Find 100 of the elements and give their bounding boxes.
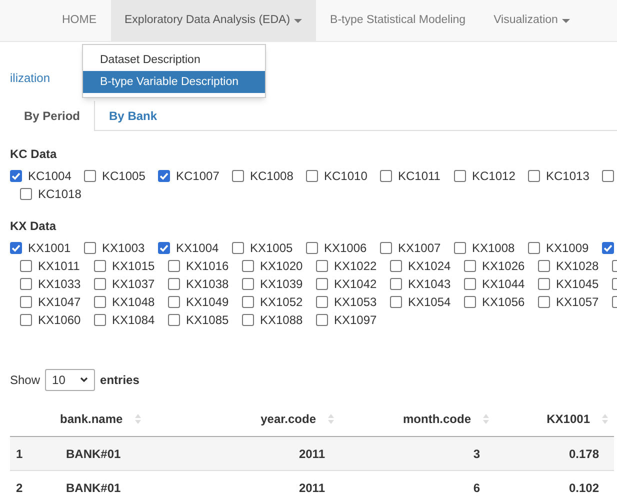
- checkbox[interactable]: [242, 296, 254, 308]
- checkbox[interactable]: [158, 170, 170, 182]
- checkbox[interactable]: [316, 278, 328, 290]
- checkbox[interactable]: [464, 260, 476, 272]
- checkbox[interactable]: [316, 296, 328, 308]
- checkbox-label: KC1013: [546, 168, 590, 185]
- checkbox[interactable]: [390, 296, 402, 308]
- checkbox[interactable]: [168, 260, 180, 272]
- checkbox[interactable]: [158, 242, 170, 254]
- checkbox[interactable]: [306, 170, 318, 182]
- column-header[interactable]: year.code: [260, 410, 316, 428]
- checkbox[interactable]: [232, 170, 244, 182]
- checkbox[interactable]: [538, 296, 550, 308]
- checkbox-label: KX1026: [482, 258, 525, 275]
- checkbox-label: KX1007: [398, 240, 441, 257]
- checkbox[interactable]: [306, 242, 318, 254]
- checkbox[interactable]: [528, 170, 540, 182]
- checkbox[interactable]: [538, 278, 550, 290]
- nav-item[interactable]: B-type Statistical Modeling: [316, 0, 480, 41]
- checkbox-label: KC1004: [28, 168, 72, 185]
- checkbox[interactable]: [464, 296, 476, 308]
- checkbox[interactable]: [454, 170, 466, 182]
- checkbox[interactable]: [602, 170, 614, 182]
- checkbox-label: KX1009: [546, 240, 589, 257]
- checkbox[interactable]: [20, 314, 32, 326]
- checkbox[interactable]: [454, 242, 466, 254]
- checkbox[interactable]: [20, 278, 32, 290]
- checkbox[interactable]: [528, 242, 540, 254]
- checkbox-label: KX1097: [334, 312, 377, 329]
- checkbox[interactable]: [10, 242, 22, 254]
- checkbox[interactable]: [232, 242, 244, 254]
- length-label: entries: [100, 372, 140, 389]
- checkbox[interactable]: [380, 170, 392, 182]
- checkbox-label: KX1053: [334, 294, 377, 311]
- checkbox[interactable]: [94, 314, 106, 326]
- checkbox-label: KC1008: [250, 168, 294, 185]
- checkbox-label: KX1088: [260, 312, 303, 329]
- checkbox[interactable]: [94, 260, 106, 272]
- checkbox[interactable]: [242, 260, 254, 272]
- table-cell-text: 2: [16, 480, 23, 496]
- table-cell-text: 3: [473, 446, 480, 462]
- checkbox-label: KX1045: [556, 276, 599, 293]
- checkbox-label: KX1060: [38, 312, 81, 329]
- checkbox[interactable]: [168, 296, 180, 308]
- nav-item[interactable]: Visualization: [480, 0, 584, 41]
- checkbox-label: KC1011: [398, 168, 440, 185]
- checkbox-label: KC1010: [324, 168, 368, 185]
- checkbox-label: KC1005: [102, 168, 146, 185]
- checkbox-label: KX1057: [556, 294, 599, 311]
- checkbox[interactable]: [94, 296, 106, 308]
- checkbox-label: KX1020: [260, 258, 303, 275]
- checkbox[interactable]: [20, 260, 32, 272]
- column-header[interactable]: KX1001: [546, 410, 590, 428]
- checkbox[interactable]: [390, 260, 402, 272]
- tab[interactable]: By Bank: [95, 101, 172, 131]
- checkbox[interactable]: [602, 242, 614, 254]
- checkbox-label: KX1049: [186, 294, 229, 311]
- checkbox[interactable]: [242, 314, 254, 326]
- checkbox-label: KX1052: [260, 294, 303, 311]
- checkbox[interactable]: [464, 278, 476, 290]
- column-header[interactable]: bank.name: [60, 410, 123, 428]
- menu-item[interactable]: Dataset Description: [83, 49, 265, 71]
- checkbox[interactable]: [538, 260, 550, 272]
- checkbox-label: KX1044: [482, 276, 525, 293]
- entries-select[interactable]: 10: [45, 369, 96, 391]
- checkbox[interactable]: [94, 278, 106, 290]
- checkbox-label: KX1043: [408, 276, 451, 293]
- column-header[interactable]: month.code: [403, 410, 471, 428]
- table-cell-text: BANK#01: [66, 480, 121, 496]
- table-cell-text: 1: [16, 446, 23, 462]
- table-cell-text: 2011: [298, 446, 325, 462]
- checkbox-label: KX1048: [112, 294, 155, 311]
- checkbox-label: KX1003: [102, 240, 145, 257]
- nav-item[interactable]: HOME: [48, 0, 110, 41]
- checkbox-label: KX1047: [38, 294, 81, 311]
- nav-item[interactable]: Exploratory Data Analysis (EDA): [110, 0, 316, 41]
- checkbox-label: KX1011: [38, 258, 80, 275]
- menu-item[interactable]: B-type Variable Description: [83, 71, 265, 93]
- checkbox[interactable]: [380, 242, 392, 254]
- checkbox-label: KX1042: [334, 276, 377, 293]
- sort-icon: [602, 412, 608, 424]
- checkbox[interactable]: [84, 242, 96, 254]
- checkbox[interactable]: [10, 170, 22, 182]
- checkbox[interactable]: [168, 314, 180, 326]
- sort-icon: [483, 412, 489, 424]
- length-label: Show: [10, 372, 40, 389]
- tab[interactable]: By Period: [10, 101, 96, 131]
- checkbox[interactable]: [316, 260, 328, 272]
- checkbox[interactable]: [242, 278, 254, 290]
- checkbox[interactable]: [168, 278, 180, 290]
- table-cell-text: 2011: [298, 480, 325, 496]
- checkbox-label: KX1054: [408, 294, 451, 311]
- subnav-tab[interactable]: ilization: [10, 69, 50, 87]
- checkbox[interactable]: [84, 170, 96, 182]
- checkbox[interactable]: [390, 278, 402, 290]
- checkbox-label: KX1033: [38, 276, 81, 293]
- sort-icon: [134, 412, 141, 424]
- checkbox[interactable]: [20, 188, 32, 200]
- checkbox[interactable]: [316, 314, 328, 326]
- checkbox[interactable]: [20, 296, 32, 308]
